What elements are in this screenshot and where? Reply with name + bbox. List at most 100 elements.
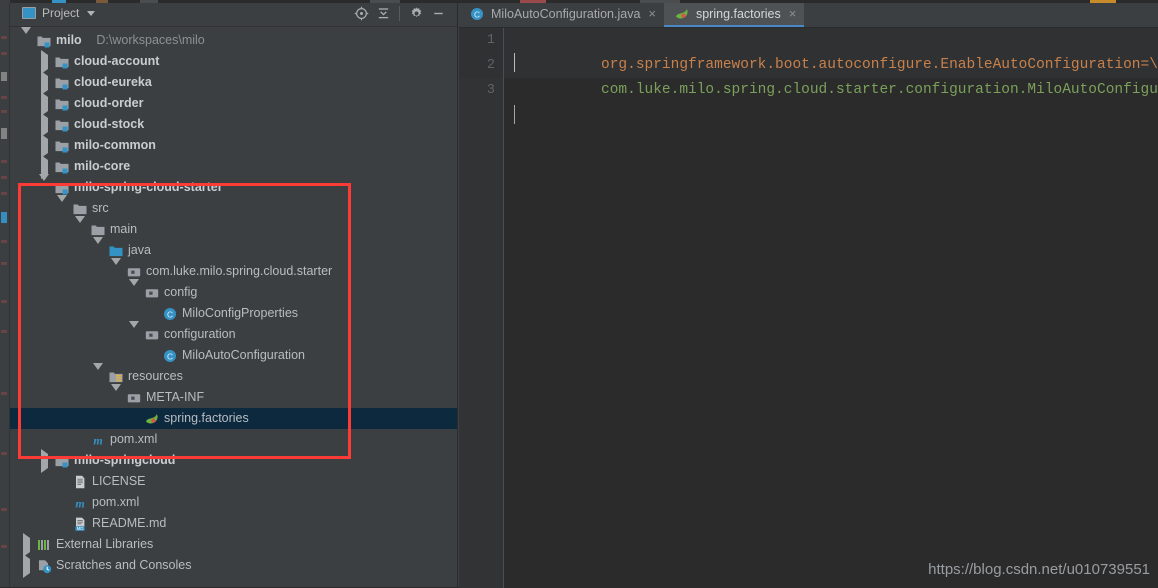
tree-row-config[interactable]: config: [10, 279, 457, 303]
text-caret: [514, 53, 515, 72]
tree-row-pom-xml[interactable]: m pom.xml: [10, 492, 457, 513]
tree-row-pom-xml[interactable]: m pom.xml: [10, 429, 457, 450]
background-window-bleed: [0, 0, 1158, 3]
twisty-expanded-icon[interactable]: [38, 174, 51, 195]
tree-row-path: D:\workspaces\milo: [96, 33, 205, 47]
module-icon: [54, 54, 70, 70]
twisty-expanded-icon[interactable]: [92, 363, 105, 384]
project-panel-header: Project: [10, 0, 457, 27]
tree-row-label: README.md: [92, 516, 167, 530]
tree-row-cloud-account[interactable]: cloud-account: [10, 50, 457, 74]
panel-title: Project: [42, 6, 80, 20]
locate-icon[interactable]: [350, 2, 372, 24]
code-text[interactable]: org.springframework.boot.autoconfigure.E…: [504, 28, 1158, 588]
spring-leaf-icon: [674, 6, 690, 22]
tree-row-cloud-stock[interactable]: cloud-stock: [10, 113, 457, 137]
twisty-expanded-icon[interactable]: [92, 237, 105, 258]
tree-row-label: milo: [56, 33, 82, 47]
package-icon: [126, 264, 142, 280]
source-root-icon: [108, 243, 124, 259]
module-icon: [54, 117, 70, 133]
tree-row-label: milo-common: [74, 138, 156, 152]
project-view-icon: [22, 7, 36, 19]
tree-row-spring-factories[interactable]: spring.factories: [10, 408, 457, 429]
twisty-expanded-icon[interactable]: [128, 279, 141, 300]
tree-row-miloautoconfiguration[interactable]: C MiloAutoConfiguration: [10, 345, 457, 366]
twisty-collapsed-icon[interactable]: [38, 134, 51, 158]
project-title-group[interactable]: Project: [22, 6, 96, 20]
tree-row-java[interactable]: java: [10, 237, 457, 261]
editor-content[interactable]: 1 2 3 org.springframework.boot.autoconfi…: [459, 28, 1158, 588]
folder-icon: [90, 222, 106, 238]
twisty-collapsed-icon[interactable]: [38, 50, 51, 74]
module-icon: [54, 96, 70, 112]
tree-row-label: com.luke.milo.spring.cloud.starter: [146, 264, 333, 278]
twisty-collapsed-icon[interactable]: [38, 113, 51, 137]
close-icon[interactable]: ×: [648, 7, 656, 20]
twisty-expanded-icon[interactable]: [20, 27, 33, 48]
editor-tabbar[interactable]: C MiloAutoConfiguration.java × spring.facto…: [459, 0, 1158, 28]
tree-row-label: cloud-eureka: [74, 75, 152, 89]
tree-row-label: config: [164, 285, 198, 299]
tree-row-label: External Libraries: [56, 537, 154, 551]
tree-row-milo-spring-cloud-starter[interactable]: milo-spring-cloud-starter: [10, 174, 457, 198]
tree-row-milo-common[interactable]: milo-common: [10, 134, 457, 158]
tree-row-label: cloud-order: [74, 96, 144, 110]
text-file-icon: [72, 474, 88, 490]
tree-row-milo[interactable]: milo D:\workspaces\milo: [10, 27, 457, 51]
tree-row-label: LICENSE: [92, 474, 146, 488]
twisty-collapsed-icon[interactable]: [38, 92, 51, 116]
tree-row-readme-md[interactable]: MD README.md: [10, 513, 457, 534]
twisty-expanded-icon[interactable]: [110, 258, 123, 279]
twisty-expanded-icon[interactable]: [128, 321, 141, 342]
twisty-expanded-icon[interactable]: [110, 384, 123, 405]
twisty-collapsed-icon[interactable]: [20, 533, 33, 557]
twisty-expanded-icon[interactable]: [56, 195, 69, 216]
close-icon[interactable]: ×: [789, 7, 797, 20]
maven-icon: m: [90, 432, 106, 448]
tree-row-label: cloud-stock: [74, 117, 145, 131]
tree-row-label: spring.factories: [164, 411, 249, 425]
settings-gear-icon[interactable]: [405, 2, 427, 24]
tree-row-scratches-and-consoles[interactable]: Scratches and Consoles: [10, 554, 457, 578]
tree-row-label: milo-core: [74, 159, 131, 173]
tree-row-label: configuration: [164, 327, 236, 341]
editor-tab-spring-factories[interactable]: spring.factories ×: [663, 0, 805, 27]
tree-row-license[interactable]: LICENSE: [10, 471, 457, 492]
tree-row-label: META-INF: [146, 390, 205, 404]
tree-row-com-luke-milo-spring-cloud-starter[interactable]: com.luke.milo.spring.cloud.starter: [10, 258, 457, 282]
tree-row-milo-core[interactable]: milo-core: [10, 155, 457, 179]
twisty-collapsed-icon[interactable]: [38, 155, 51, 179]
tree-row-cloud-eureka[interactable]: cloud-eureka: [10, 71, 457, 95]
tree-row-main[interactable]: main: [10, 216, 457, 240]
tree-row-milo-springcloud[interactable]: milo-springcloud: [10, 449, 457, 473]
tree-row-label: milo-springcloud: [74, 453, 176, 467]
tree-row-label: resources: [128, 369, 183, 383]
panel-toolbar: [350, 2, 449, 24]
code-line: com.luke.milo.spring.cloud.starter.confi…: [514, 53, 1158, 98]
tree-row-miloconfigproperties[interactable]: C MiloConfigProperties: [10, 303, 457, 324]
twisty-expanded-icon[interactable]: [74, 216, 87, 237]
project-tree[interactable]: milo D:\workspaces\milo cloud-account cloud…: [10, 27, 457, 578]
markdown-file-icon: MD: [72, 516, 88, 532]
twisty-collapsed-icon[interactable]: [20, 554, 33, 578]
tree-row-label: java: [128, 243, 151, 257]
twisty-collapsed-icon[interactable]: [38, 71, 51, 95]
editor-tab-miloautoconfiguration-java[interactable]: C MiloAutoConfiguration.java ×: [459, 0, 664, 27]
tree-row-configuration[interactable]: configuration: [10, 321, 457, 345]
module-icon: [36, 33, 52, 49]
tree-row-resources[interactable]: resources: [10, 363, 457, 387]
tree-row-external-libraries[interactable]: External Libraries: [10, 533, 457, 557]
twisty-collapsed-icon[interactable]: [38, 449, 51, 473]
tree-row-meta-inf[interactable]: META-INF: [10, 384, 457, 408]
tree-row-label: pom.xml: [110, 432, 158, 446]
editor-tab-label: MiloAutoConfiguration.java: [491, 6, 641, 21]
chevron-down-icon[interactable]: [87, 10, 96, 16]
editor-area: C MiloAutoConfiguration.java × spring.facto…: [459, 0, 1158, 588]
module-icon: [54, 75, 70, 91]
hide-icon[interactable]: [427, 2, 449, 24]
collapse-all-icon[interactable]: [372, 2, 394, 24]
tree-row-cloud-order[interactable]: cloud-order: [10, 92, 457, 116]
watermark-url: https://blog.csdn.net/u010739551: [928, 561, 1150, 578]
idea-window: Project milo D:\workspaces\milo cloud-ac…: [0, 0, 1158, 588]
